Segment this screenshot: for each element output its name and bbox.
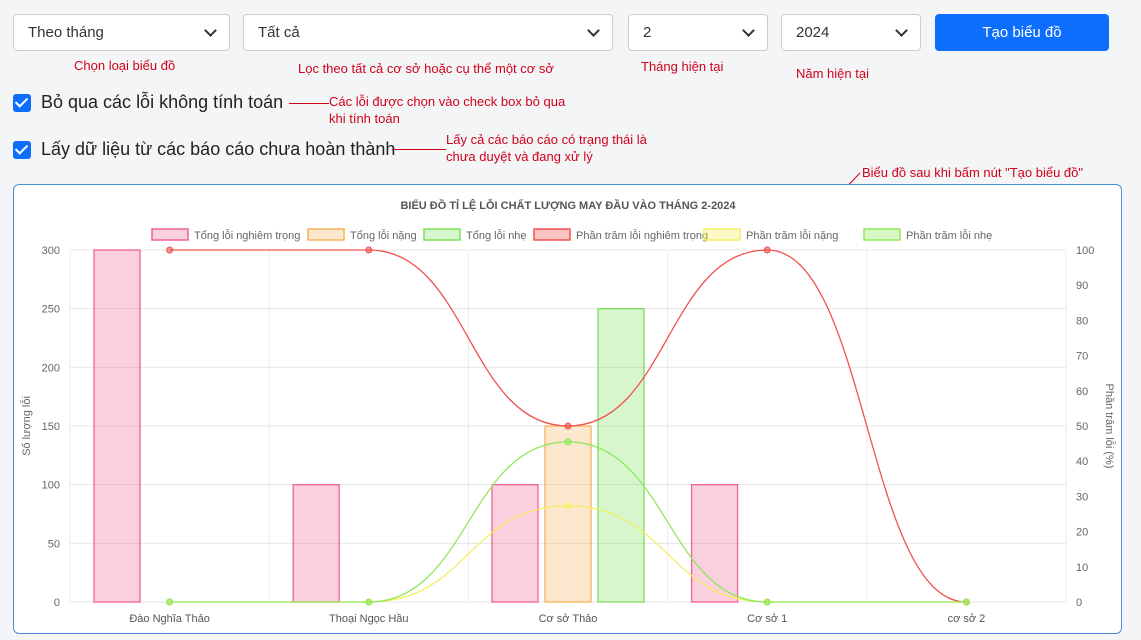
legend-label: Tổng lỗi nặng [350, 229, 417, 242]
legend-swatch [703, 228, 741, 241]
chart-card: BIỂU ĐỒ TỈ LỆ LỖI CHẤT LƯỢNG MAY ĐẦU VÀO… [13, 184, 1122, 634]
bar [597, 308, 645, 603]
y2-tick-label: 80 [1076, 315, 1088, 327]
y-tick-label: 0 [54, 597, 60, 609]
y2-tick-label: 20 [1076, 527, 1088, 539]
y2-tick-label: 10 [1076, 562, 1088, 574]
y2-tick-label: 30 [1076, 491, 1088, 503]
legend-swatch [151, 228, 189, 241]
y2-tick-label: 100 [1076, 245, 1094, 257]
y-tick-label: 300 [42, 245, 60, 257]
y-tick-label: 250 [42, 304, 60, 316]
y-tick-label: 50 [48, 538, 60, 550]
legend-label: Phần trăm lỗi nặng [746, 229, 838, 242]
y2-tick-label: 60 [1076, 386, 1088, 398]
line-point [365, 598, 373, 606]
legend-label: Tổng lỗi nhẹ [466, 229, 527, 242]
bar [491, 484, 539, 603]
legend-swatch [307, 228, 345, 241]
line-point [166, 246, 174, 254]
y2-tick-label: 70 [1076, 351, 1088, 363]
line-point [962, 598, 970, 606]
y2-tick-label: 40 [1076, 456, 1088, 468]
bar [93, 249, 141, 603]
y-tick-label: 100 [42, 480, 60, 492]
legend-swatch [863, 228, 901, 241]
bar [292, 484, 340, 603]
legend-swatch [423, 228, 461, 241]
line-point [564, 422, 572, 430]
legend-label: Phần trăm lỗi nhẹ [906, 229, 992, 242]
line-point [564, 502, 572, 510]
legend-label: Tổng lỗi nghiêm trọng [194, 229, 300, 242]
line-point [564, 438, 572, 446]
line-point [763, 598, 771, 606]
y-tick-label: 150 [42, 421, 60, 433]
y-tick-label: 200 [42, 362, 60, 374]
x-tick-label: Thoại Ngọc Hầu [329, 613, 409, 625]
combo-chart: BIỂU ĐỒ TỈ LỆ LỖI CHẤT LƯỢNG MAY ĐẦU VÀO… [20, 199, 1116, 625]
y2-tick-label: 50 [1076, 421, 1088, 433]
y-axis-label: Số lượng lỗi [20, 396, 33, 456]
bar [544, 425, 592, 603]
y2-axis-label: Phần trăm lỗi (%) [1103, 384, 1116, 469]
x-tick-label: cơ sở 2 [948, 613, 986, 625]
legend-label: Phần trăm lỗi nghiêm trọng [576, 229, 708, 242]
line-point [166, 598, 174, 606]
y2-tick-label: 90 [1076, 280, 1088, 292]
x-tick-label: Cơ sở Thảo [539, 613, 598, 625]
chart-title: BIỂU ĐỒ TỈ LỆ LỖI CHẤT LƯỢNG MAY ĐẦU VÀO… [400, 199, 736, 212]
legend-swatch [533, 228, 571, 241]
x-tick-label: Đào Nghĩa Thảo [129, 613, 210, 625]
line-point [763, 246, 771, 254]
bar [690, 484, 739, 603]
y2-tick-label: 0 [1076, 597, 1082, 609]
line-point [365, 246, 373, 254]
x-tick-label: Cơ sở 1 [747, 613, 787, 625]
